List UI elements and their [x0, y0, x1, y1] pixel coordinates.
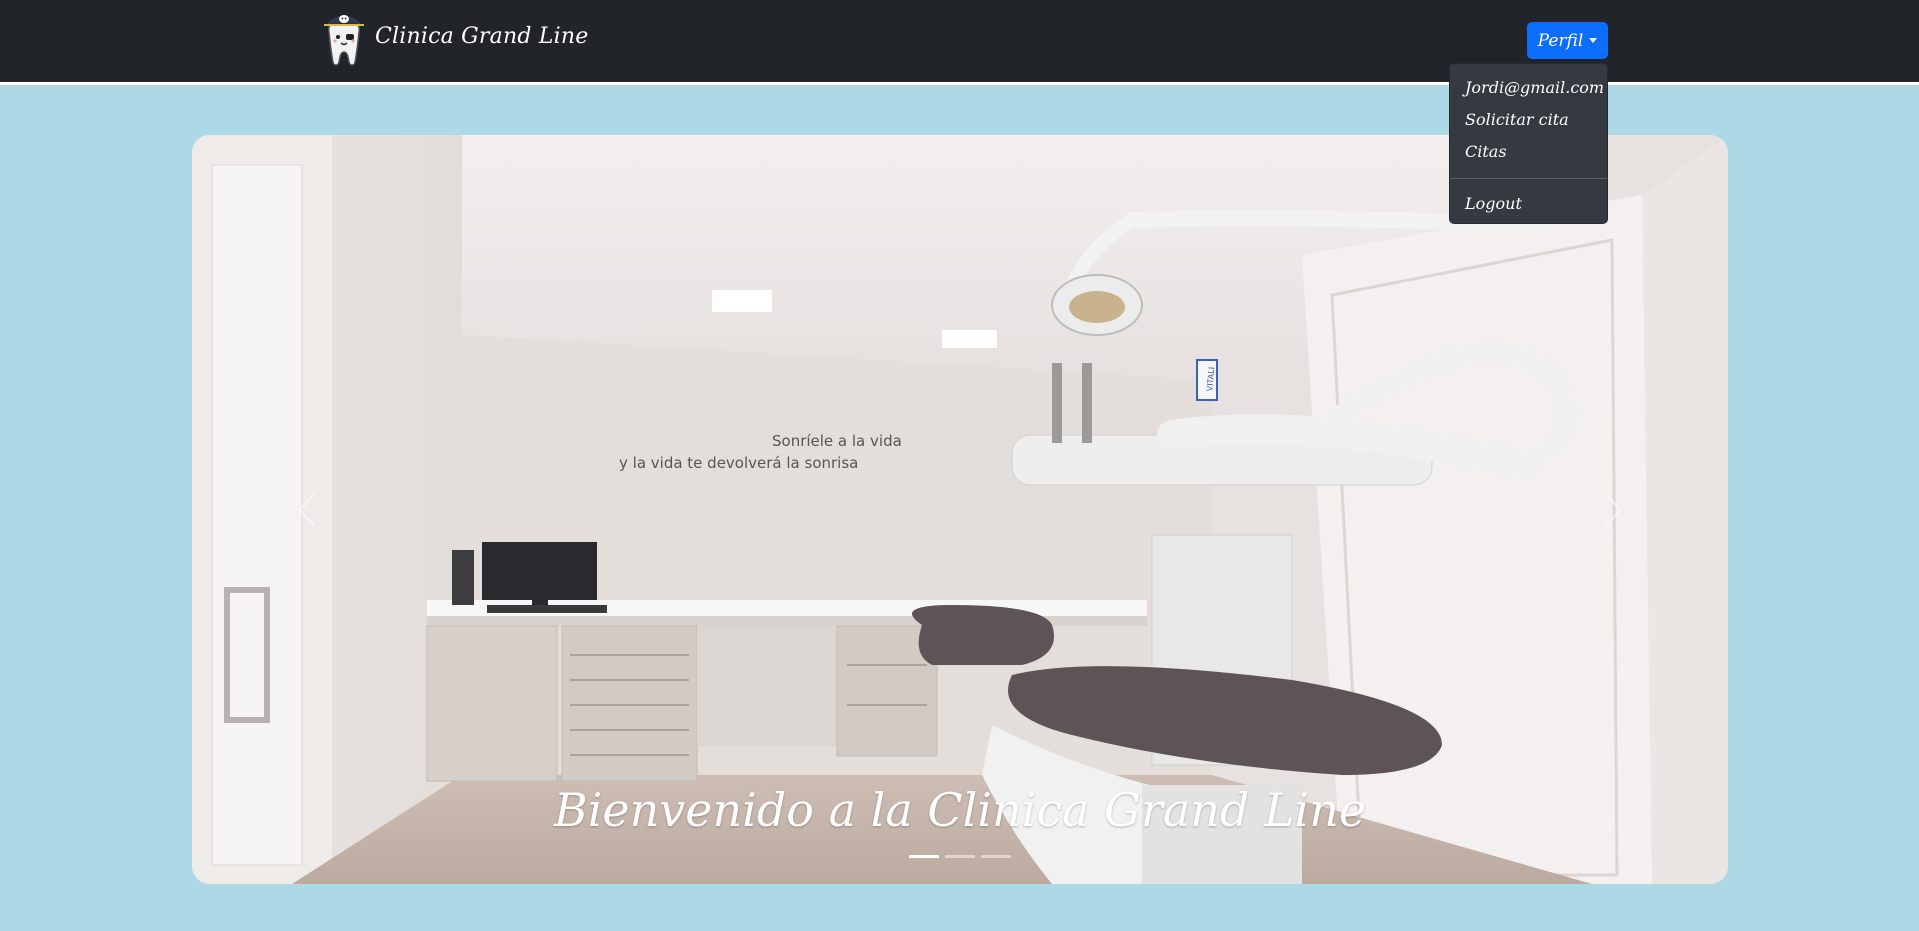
carousel-indicator-1[interactable] — [909, 855, 939, 858]
carousel-caption: Bienvenido a la Clinica Grand Line — [553, 783, 1367, 837]
top-navbar: Clinica Grand Line Perfil — [0, 0, 1919, 85]
dropdown-item-solicitar-cita[interactable]: Solicitar cita — [1450, 104, 1607, 136]
carousel-indicator-3[interactable] — [981, 855, 1011, 858]
chevron-left-icon — [298, 492, 315, 527]
carousel-indicator-2[interactable] — [945, 855, 975, 858]
wall-text-line2: y la vida te devolverá la sonrisa — [619, 454, 858, 472]
caret-down-icon — [1589, 38, 1598, 43]
carousel-prev-button[interactable] — [192, 135, 422, 884]
dropdown-item-email[interactable]: Jordi@gmail.com — [1450, 72, 1607, 104]
brand-name: Clinica Grand Line — [375, 23, 589, 49]
brand-link[interactable]: Clinica Grand Line — [321, 8, 588, 68]
tooth-pirate-logo-icon — [324, 15, 364, 66]
perfil-label: Perfil — [1537, 30, 1584, 51]
dropdown-divider — [1450, 178, 1607, 179]
carousel-next-button[interactable] — [1498, 135, 1728, 884]
dropdown-item-citas[interactable]: Citas — [1450, 136, 1607, 168]
perfil-dropdown-button[interactable]: Perfil — [1527, 22, 1608, 59]
image-carousel: Sonríele a la vida y la vida te devolver… — [192, 135, 1728, 884]
dropdown-item-logout[interactable]: Logout — [1450, 188, 1607, 220]
perfil-dropdown-menu: Jordi@gmail.com Solicitar cita Citas Log… — [1449, 63, 1608, 224]
carousel-indicators — [192, 855, 1728, 858]
wall-text-line1: Sonríele a la vida — [772, 432, 902, 450]
chevron-right-icon — [1605, 492, 1622, 527]
